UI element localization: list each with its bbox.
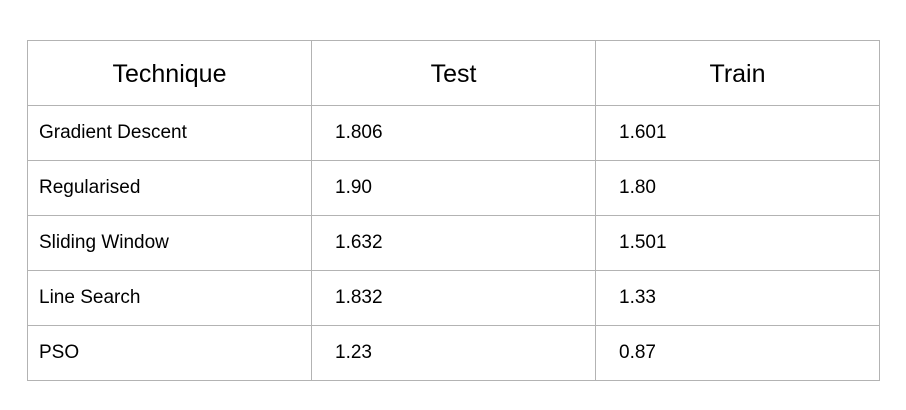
test-cell: 1.806: [311, 105, 596, 161]
train-cell: 1.80: [595, 160, 880, 216]
column-header-train: Train: [595, 40, 880, 106]
table-row: Line Search 1.832 1.33: [27, 270, 880, 326]
technique-cell: Line Search: [27, 270, 312, 326]
technique-cell: Regularised: [27, 160, 312, 216]
test-cell: 1.90: [311, 160, 596, 216]
test-cell: 1.832: [311, 270, 596, 326]
train-cell: 0.87: [595, 325, 880, 381]
table-row: Gradient Descent 1.806 1.601: [27, 105, 880, 161]
table-row: PSO 1.23 0.87: [27, 325, 880, 381]
column-header-test: Test: [311, 40, 596, 106]
table-row: Sliding Window 1.632 1.501: [27, 215, 880, 271]
table-header-row: Technique Test Train: [27, 40, 880, 106]
technique-cell: Gradient Descent: [27, 105, 312, 161]
technique-cell: Sliding Window: [27, 215, 312, 271]
test-cell: 1.23: [311, 325, 596, 381]
train-cell: 1.501: [595, 215, 880, 271]
column-header-technique: Technique: [27, 40, 312, 106]
train-cell: 1.33: [595, 270, 880, 326]
results-table: Technique Test Train Gradient Descent 1.…: [27, 40, 880, 381]
train-cell: 1.601: [595, 105, 880, 161]
test-cell: 1.632: [311, 215, 596, 271]
technique-cell: PSO: [27, 325, 312, 381]
table-row: Regularised 1.90 1.80: [27, 160, 880, 216]
